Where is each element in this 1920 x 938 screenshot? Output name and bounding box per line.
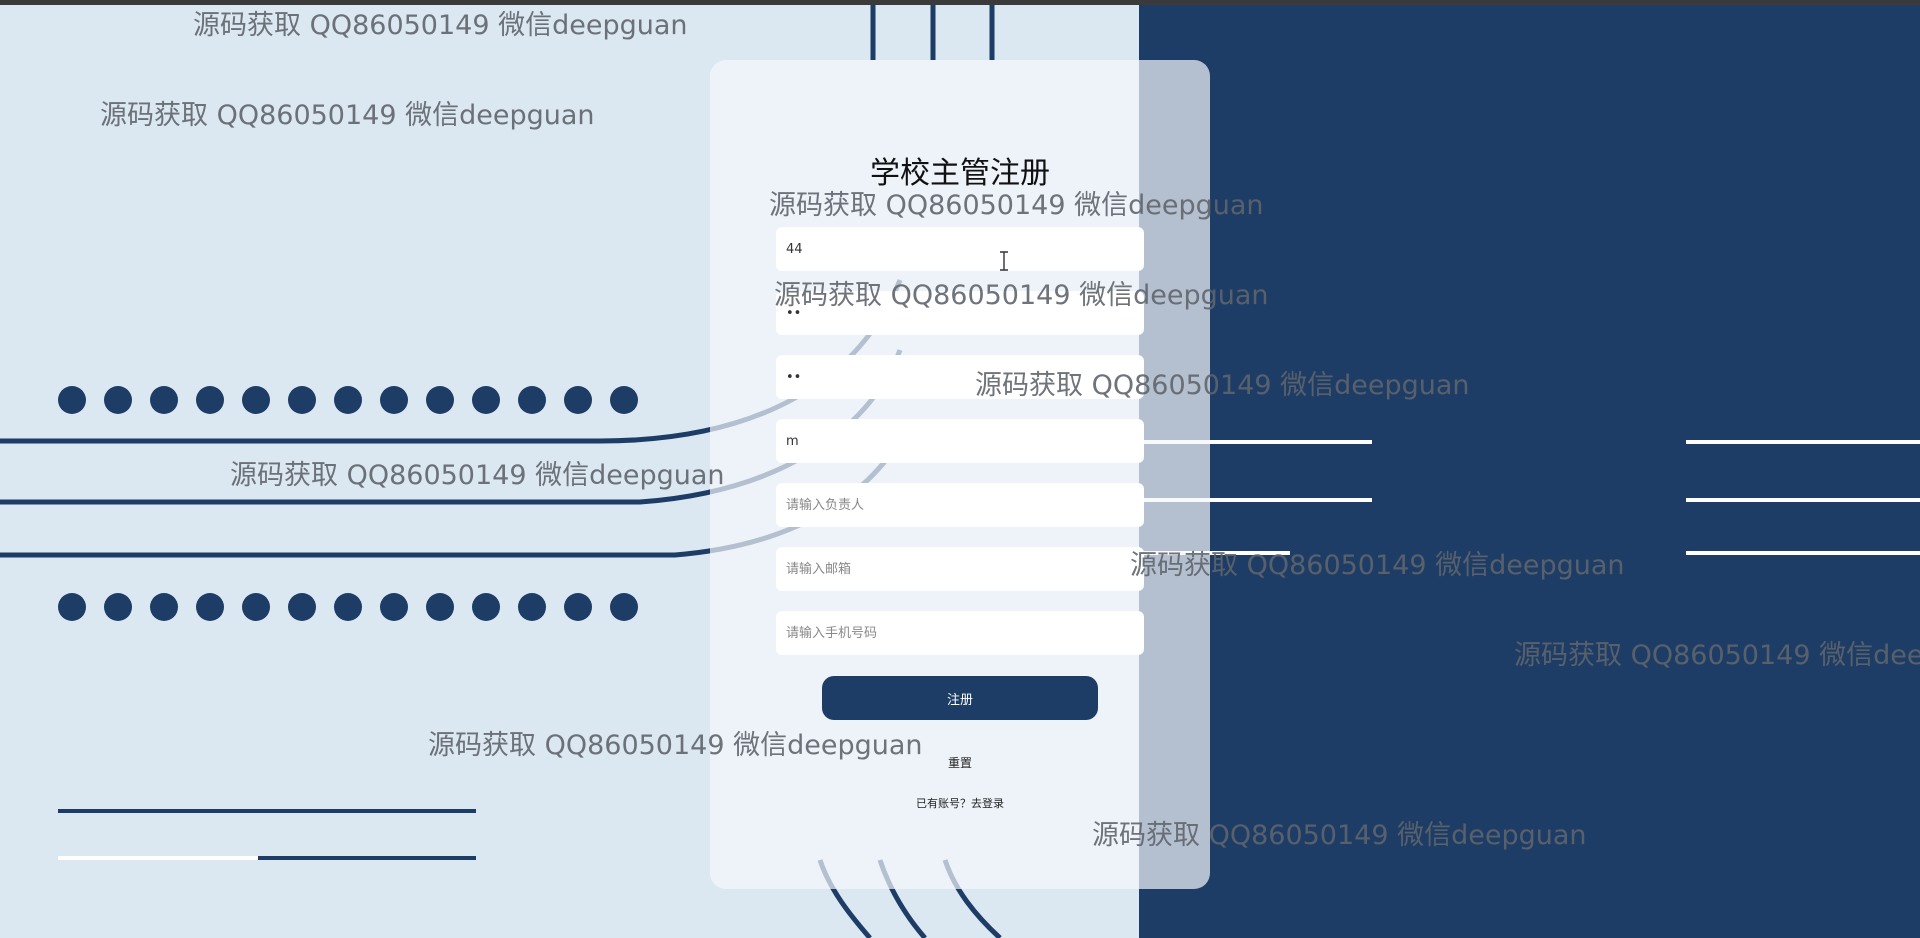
decor-dot — [288, 386, 316, 414]
decor-dot — [610, 593, 638, 621]
login-prompt-text: 已有账号？ — [916, 797, 971, 810]
decor-dot — [426, 386, 454, 414]
decor-dot — [150, 386, 178, 414]
decor-dot — [564, 386, 592, 414]
dot-row-top — [58, 386, 638, 414]
right-background-panel — [1139, 5, 1920, 938]
decor-dot — [242, 593, 270, 621]
browser-top-edge — [0, 0, 1920, 5]
register-title: 学校主管注册 — [870, 156, 1050, 191]
decor-dot — [518, 386, 546, 414]
decor-dot — [196, 593, 224, 621]
decor-dot — [472, 386, 500, 414]
decor-dot — [334, 593, 362, 621]
watermark-text: 源码获取 QQ86050149 微信deepguan — [230, 460, 725, 491]
decor-dot — [380, 593, 408, 621]
confirm-password-input[interactable] — [776, 355, 1144, 399]
decor-dot — [288, 593, 316, 621]
school-name-input[interactable] — [776, 419, 1144, 463]
password-input[interactable] — [776, 291, 1144, 335]
decor-dot — [242, 386, 270, 414]
decor-dot — [518, 593, 546, 621]
register-card: 学校主管注册 注册 重置 已有账号？去登录 — [710, 60, 1210, 889]
decor-dot — [58, 386, 86, 414]
decor-dot — [150, 593, 178, 621]
manager-input[interactable] — [776, 483, 1144, 527]
decor-dot — [104, 593, 132, 621]
account-input[interactable] — [776, 227, 1144, 271]
decor-dot — [104, 386, 132, 414]
phone-input[interactable] — [776, 611, 1144, 655]
dot-row-bottom — [58, 593, 638, 621]
decor-dot — [196, 386, 224, 414]
go-login-link[interactable]: 去登录 — [971, 797, 1004, 810]
decor-dot — [472, 593, 500, 621]
watermark-text: 源码获取 QQ86050149 微信deepguan — [193, 10, 688, 41]
register-button[interactable]: 注册 — [822, 676, 1098, 720]
email-input[interactable] — [776, 547, 1144, 591]
login-prompt-line: 已有账号？去登录 — [710, 795, 1210, 811]
decor-dot — [380, 386, 408, 414]
reset-button[interactable]: 重置 — [710, 754, 1210, 771]
decor-dot — [58, 593, 86, 621]
decor-dot — [564, 593, 592, 621]
decor-dot — [610, 386, 638, 414]
decor-dot — [426, 593, 454, 621]
watermark-text: 源码获取 QQ86050149 微信deepguan — [100, 100, 595, 131]
text-cursor-icon — [1000, 251, 1008, 271]
decor-dot — [334, 386, 362, 414]
